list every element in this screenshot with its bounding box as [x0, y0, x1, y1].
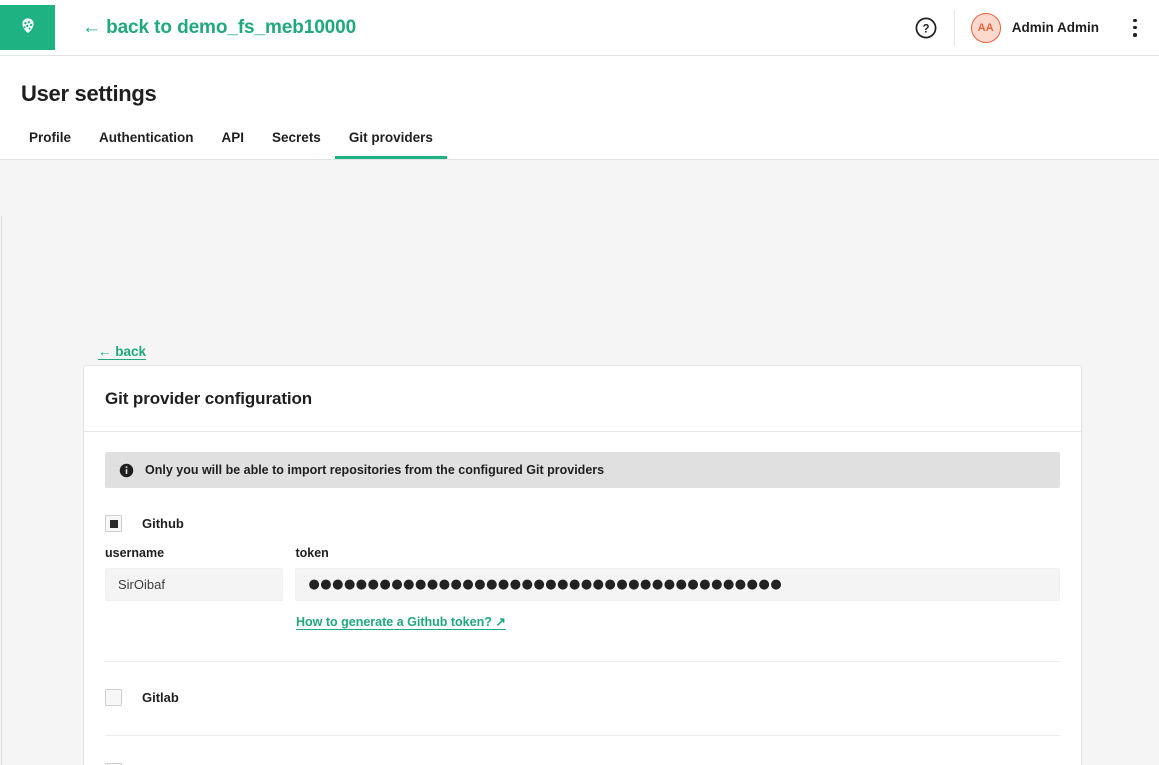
top-bar-divider [953, 9, 955, 46]
provider-label-gitlab: Gitlab [142, 690, 179, 705]
card-body: Only you will be able to import reposito… [84, 432, 1081, 765]
tab-git-providers[interactable]: Git providers [334, 130, 447, 159]
settings-header: User settings Profile Authentication API… [0, 56, 1159, 160]
collapsed-sidebar-rail [0, 216, 2, 765]
provider-label-github: Github [142, 516, 184, 531]
page-title: User settings [21, 81, 157, 106]
divider-after-github [105, 661, 1060, 662]
info-banner: Only you will be able to import reposito… [105, 452, 1060, 488]
tab-api[interactable]: API [208, 130, 259, 159]
settings-tabs: Profile Authentication API Secrets Git p… [21, 130, 447, 159]
app-logo-button[interactable] [0, 5, 55, 50]
top-bar: ← back to demo_fs_meb10000 ? AA Admin Ad… [0, 0, 1159, 56]
github-token-input[interactable]: ●●●●●●●●●●●●●●●●●●●●●●●●●●●●●●●●●●●●●●●● [295, 568, 1060, 601]
git-provider-configuration-card: Git provider configuration Only you will… [83, 365, 1082, 765]
top-bar-right-group: ? AA Admin Admin [914, 0, 1159, 55]
content-area: ← back Git provider configuration Only y… [0, 160, 1159, 765]
card-title: Git provider configuration [105, 388, 313, 408]
question-circle-icon[interactable]: ? [914, 16, 938, 40]
tab-authentication[interactable]: Authentication [85, 130, 208, 159]
tab-secrets[interactable]: Secrets [258, 130, 335, 159]
more-vertical-icon[interactable] [1125, 17, 1145, 39]
checkbox-gitlab[interactable] [105, 689, 122, 706]
github-credentials-fields: username SirOibaf token ●●●●●●●●●●●●●●●●… [105, 546, 1060, 601]
kebab-dot [1133, 18, 1137, 22]
kebab-dot [1133, 33, 1137, 37]
user-name-label: Admin Admin [1011, 20, 1099, 35]
provider-row-github: Github [105, 515, 1060, 532]
card-header: Git provider configuration [84, 366, 1081, 432]
github-username-input[interactable]: SirOibaf [105, 568, 284, 601]
github-token-field-group: token ●●●●●●●●●●●●●●●●●●●●●●●●●●●●●●●●●●… [295, 546, 1060, 601]
info-circle-icon [119, 463, 134, 477]
github-username-label: username [105, 546, 165, 560]
avatar[interactable]: AA [970, 12, 1001, 43]
github-username-field-group: username SirOibaf [105, 546, 284, 601]
info-banner-text: Only you will be able to import reposito… [145, 463, 605, 477]
hopsworks-hop-logo-icon [21, 17, 34, 33]
back-to-project-link[interactable]: ← back to demo_fs_meb10000 [82, 17, 356, 39]
checkbox-github[interactable] [105, 515, 122, 532]
kebab-dot [1133, 25, 1137, 30]
svg-text:?: ? [922, 23, 929, 35]
divider-after-gitlab [105, 735, 1060, 736]
github-token-label: token [295, 546, 329, 560]
provider-row-gitlab: Gitlab [105, 689, 1060, 706]
tab-profile[interactable]: Profile [21, 130, 85, 159]
back-link[interactable]: ← back [98, 344, 146, 359]
github-token-help-link[interactable]: How to generate a Github token? ↗ [296, 614, 506, 629]
